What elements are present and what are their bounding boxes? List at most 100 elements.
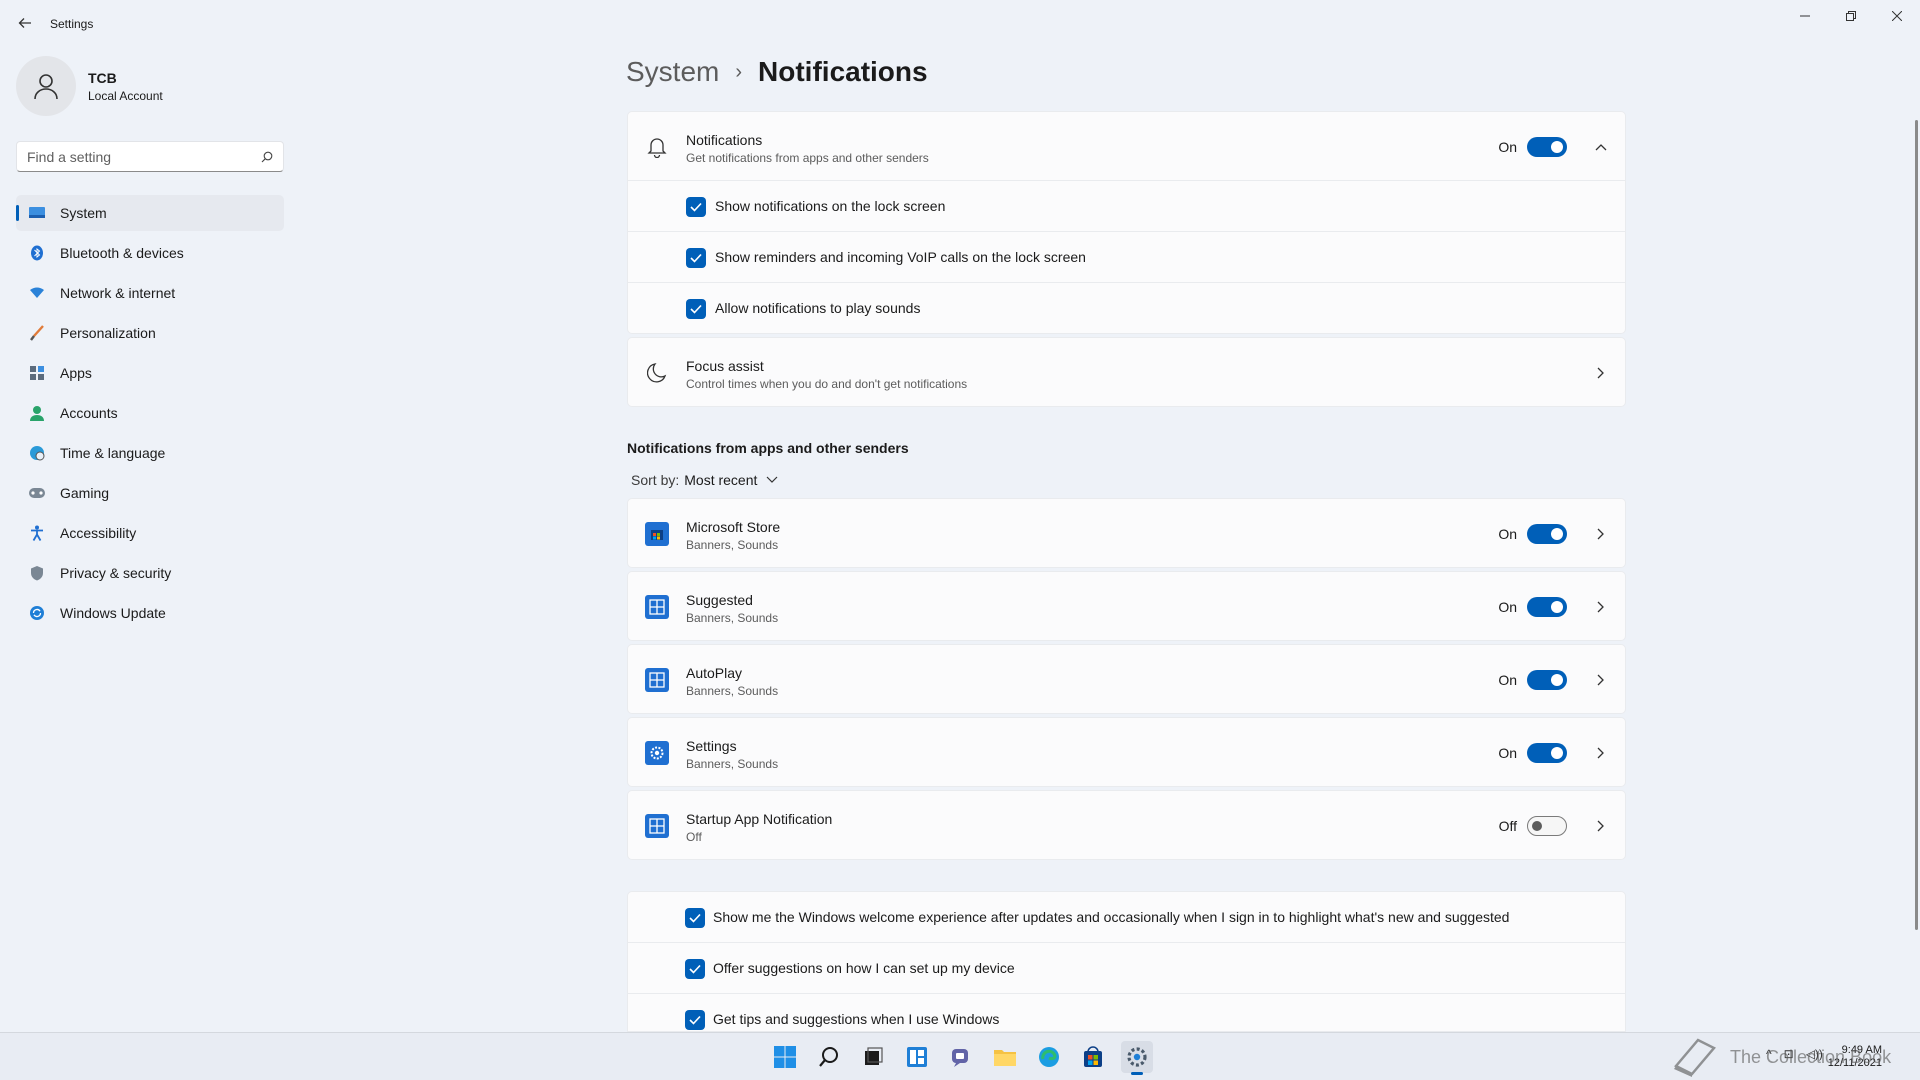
chat-icon	[952, 1049, 968, 1067]
voip-label: Show reminders and incoming VoIP calls o…	[715, 249, 1086, 265]
sidebar-item-label: Personalization	[60, 325, 156, 341]
notifications-subtitle: Get notifications from apps and other se…	[686, 151, 929, 165]
settings-gear-icon	[644, 740, 670, 766]
app-detail: Off	[686, 830, 702, 844]
restore-button[interactable]	[1828, 0, 1874, 32]
sidebar-item-label: Accounts	[60, 405, 118, 421]
tips-suggestions-label: Get tips and suggestions when I use Wind…	[713, 1011, 1000, 1027]
taskbar-search-button[interactable]	[813, 1041, 845, 1073]
store-icon	[644, 521, 670, 547]
notifications-setting-row[interactable]: Notifications Get notifications from app…	[627, 111, 1626, 181]
app-toggle[interactable]	[1527, 524, 1567, 544]
accessibility-icon	[28, 524, 46, 542]
sidebar-item-network-internet[interactable]: Network & internet	[16, 275, 284, 311]
chevron-right-icon[interactable]	[1593, 818, 1609, 834]
focus-assist-row[interactable]: Focus assist Control times when you do a…	[627, 337, 1626, 407]
breadcrumb: System › Notifications	[626, 56, 928, 88]
app-row-suggested[interactable]: Suggested Banners, Sounds On	[627, 571, 1626, 641]
sidebar-item-apps[interactable]: Apps	[16, 355, 284, 391]
minimize-button[interactable]	[1782, 0, 1828, 32]
tips-suggestions-checkbox[interactable]	[685, 1010, 705, 1030]
checkmark-icon	[689, 964, 701, 974]
apps-section-heading: Notifications from apps and other sender…	[627, 440, 909, 456]
chevron-right-icon[interactable]	[1593, 745, 1609, 761]
sidebar-item-system[interactable]: System	[16, 195, 284, 231]
search-icon	[819, 1047, 838, 1067]
app-name: Microsoft Store	[686, 519, 781, 535]
task-view-icon	[865, 1047, 883, 1065]
sidebar-item-label: Privacy & security	[60, 565, 172, 581]
store-button[interactable]	[1077, 1041, 1109, 1073]
sort-value[interactable]: Most recent	[684, 472, 757, 488]
sort-dropdown[interactable]: Sort by: Most recent	[631, 472, 778, 488]
setup-suggestions-row[interactable]: Offer suggestions on how I can set up my…	[627, 942, 1626, 994]
chevron-right-icon[interactable]	[1593, 672, 1609, 688]
scrollbar[interactable]	[1915, 120, 1918, 930]
settings-taskbar-button[interactable]	[1121, 1041, 1153, 1075]
app-name: AutoPlay	[686, 665, 743, 681]
sidebar-item-time-language[interactable]: Time & language	[16, 435, 284, 471]
voip-checkbox[interactable]	[686, 248, 706, 268]
sidebar-nav: System Bluetooth & devices Network & int…	[16, 195, 284, 635]
sounds-checkbox[interactable]	[686, 299, 706, 319]
back-button[interactable]	[14, 12, 36, 34]
sidebar-item-accounts[interactable]: Accounts	[16, 395, 284, 431]
task-view-button[interactable]	[857, 1041, 889, 1073]
avatar	[16, 56, 76, 116]
app-toggle[interactable]	[1527, 670, 1567, 690]
app-toggle[interactable]	[1527, 816, 1567, 836]
lock-screen-checkbox[interactable]	[686, 197, 706, 217]
user-profile[interactable]: TCB Local Account	[16, 56, 163, 116]
notifications-toggle[interactable]	[1527, 137, 1567, 157]
chevron-right-icon[interactable]	[1593, 365, 1609, 381]
sidebar-item-accessibility[interactable]: Accessibility	[16, 515, 284, 551]
welcome-experience-label: Show me the Windows welcome experience a…	[713, 909, 1510, 925]
app-row-autoplay[interactable]: AutoPlay Banners, Sounds On	[627, 644, 1626, 714]
checkmark-icon	[689, 1015, 701, 1025]
sort-label: Sort by:	[631, 472, 680, 488]
chat-button[interactable]	[945, 1041, 977, 1073]
checkmark-icon	[689, 913, 701, 923]
app-row-microsoft-store[interactable]: Microsoft Store Banners, Sounds On	[627, 498, 1626, 568]
edge-button[interactable]	[1033, 1041, 1065, 1073]
chevron-right-icon[interactable]	[1593, 526, 1609, 542]
sidebar-item-bluetooth-devices[interactable]: Bluetooth & devices	[16, 235, 284, 271]
folder-icon	[994, 1050, 1016, 1066]
file-explorer-button[interactable]	[989, 1041, 1021, 1073]
app-grid-icon	[644, 594, 670, 620]
setup-suggestions-checkbox[interactable]	[685, 959, 705, 979]
sidebar-item-windows-update[interactable]: Windows Update	[16, 595, 284, 631]
shield-icon	[28, 564, 46, 582]
app-toggle[interactable]	[1527, 743, 1567, 763]
sidebar-item-gaming[interactable]: Gaming	[16, 475, 284, 511]
page-title: Notifications	[758, 56, 928, 87]
taskbar: ^ ⊡ ◁)) 9:49 AM 12/11/2021	[0, 1032, 1920, 1080]
checkmark-icon	[690, 304, 702, 314]
checkmark-icon	[690, 202, 702, 212]
app-toggle[interactable]	[1527, 597, 1567, 617]
app-row-startup-app-notification[interactable]: Startup App Notification Off Off	[627, 790, 1626, 860]
start-button[interactable]	[769, 1041, 801, 1073]
chevron-up-icon[interactable]	[1593, 139, 1609, 155]
chevron-down-icon[interactable]	[766, 476, 778, 484]
voip-option-row[interactable]: Show reminders and incoming VoIP calls o…	[627, 231, 1626, 283]
sidebar-item-privacy-security[interactable]: Privacy & security	[16, 555, 284, 591]
app-row-settings[interactable]: Settings Banners, Sounds On	[627, 717, 1626, 787]
watermark-text: The Collection Book	[1730, 1046, 1892, 1067]
breadcrumb-parent[interactable]: System	[626, 56, 719, 88]
sidebar-item-label: Windows Update	[60, 605, 166, 621]
welcome-experience-row[interactable]: Show me the Windows welcome experience a…	[627, 891, 1626, 943]
search-box[interactable]	[16, 141, 284, 172]
gear-icon	[1127, 1047, 1147, 1067]
tips-suggestions-row[interactable]: Get tips and suggestions when I use Wind…	[627, 993, 1626, 1032]
chevron-right-icon[interactable]	[1593, 599, 1609, 615]
search-icon[interactable]	[261, 151, 273, 163]
welcome-experience-checkbox[interactable]	[685, 908, 705, 928]
sounds-option-row[interactable]: Allow notifications to play sounds	[627, 282, 1626, 334]
lock-screen-option-row[interactable]: Show notifications on the lock screen	[627, 180, 1626, 232]
sidebar-item-personalization[interactable]: Personalization	[16, 315, 284, 351]
widgets-button[interactable]	[901, 1041, 933, 1073]
search-input[interactable]	[27, 148, 261, 165]
close-button[interactable]	[1874, 0, 1920, 32]
sidebar-item-label: System	[60, 205, 107, 221]
